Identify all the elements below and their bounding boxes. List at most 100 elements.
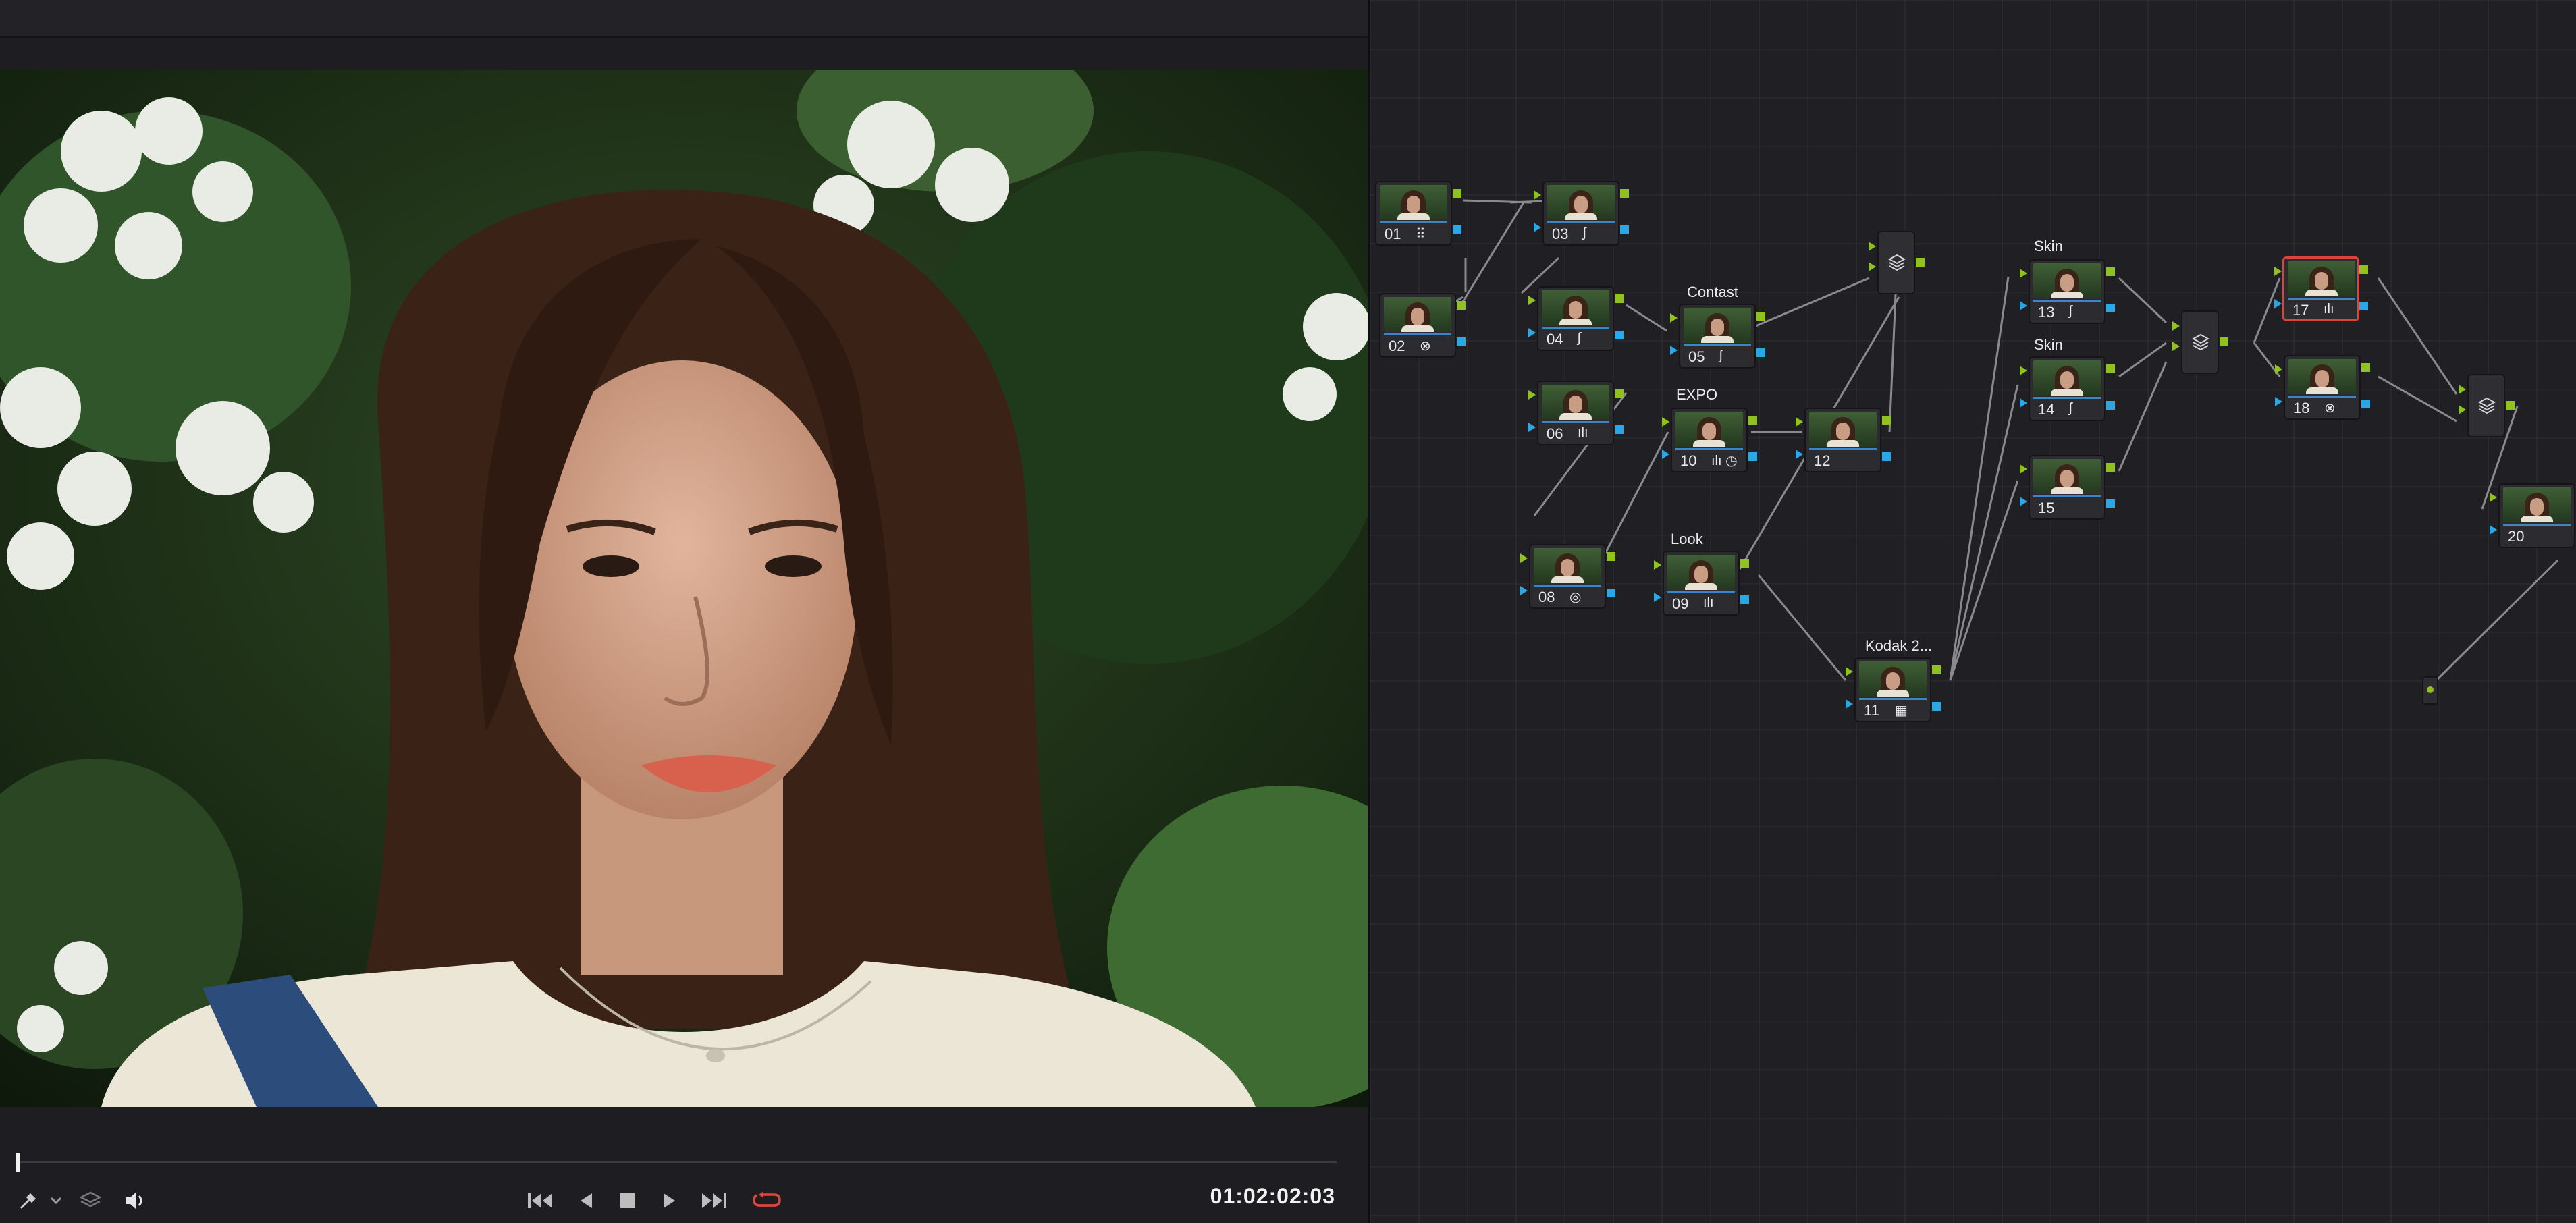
node-06[interactable]: 06 ılı (1528, 381, 1624, 445)
node-01[interactable]: 01 ⠿ (1375, 181, 1461, 246)
alpha-output-port[interactable] (1453, 225, 1461, 234)
rgb-input-port[interactable] (2020, 366, 2027, 375)
alpha-input-port[interactable] (1534, 223, 1541, 232)
rgb-output-port[interactable] (2361, 363, 2370, 372)
mixer-input-port[interactable] (2172, 342, 2180, 351)
rgb-input-port[interactable] (1796, 417, 1803, 427)
output-port[interactable] (2427, 686, 2434, 693)
node-08[interactable]: 08 ◎ (1520, 544, 1615, 609)
node-graph-panel[interactable]: 01 ⠿ 02 ⊗ 03 ʃ 04 ʃ Contast 05 ʃ 06 ılı … (1370, 0, 2576, 1223)
rgb-output-port[interactable] (1916, 258, 1925, 267)
alpha-input-port[interactable] (1520, 586, 1528, 595)
rgb-input-port[interactable] (2274, 267, 2282, 276)
alpha-input-port[interactable] (1654, 593, 1661, 602)
rgb-output-port[interactable] (1457, 301, 1466, 310)
rgb-output-port[interactable] (2359, 265, 2368, 274)
alpha-output-port[interactable] (2361, 400, 2370, 408)
node-13[interactable]: 13 ʃ (2020, 259, 2115, 324)
alpha-output-port[interactable] (2106, 499, 2115, 508)
mixer-input-port[interactable] (2459, 385, 2466, 394)
alpha-output-port[interactable] (1615, 331, 1624, 339)
mixer-input-port[interactable] (2459, 405, 2466, 414)
rgb-output-port[interactable] (1932, 665, 1941, 674)
rgb-output-port[interactable] (1607, 552, 1615, 561)
alpha-input-port[interactable] (2020, 398, 2027, 408)
rgb-output-port[interactable] (2106, 364, 2115, 373)
playhead[interactable] (16, 1153, 20, 1172)
node-10[interactable]: 10 ılı ◷ (1662, 408, 1757, 472)
rgb-output-port[interactable] (1882, 416, 1891, 425)
alpha-input-port[interactable] (1846, 699, 1853, 709)
alpha-input-port[interactable] (2020, 497, 2027, 506)
timeline-scrubber[interactable] (20, 1161, 1337, 1163)
rgb-input-port[interactable] (1846, 667, 1853, 676)
mixer-input-port[interactable] (1869, 242, 1876, 251)
alpha-output-port[interactable] (2359, 302, 2368, 310)
rgb-input-port[interactable] (2275, 364, 2282, 374)
node-03[interactable]: 03 ʃ (1534, 181, 1629, 246)
node-15[interactable]: 15 (2020, 455, 2115, 520)
node-09[interactable]: 09 ılı (1654, 551, 1749, 616)
graph-output-node[interactable] (2422, 676, 2438, 705)
rgb-output-port[interactable] (2106, 267, 2115, 276)
rgb-output-port[interactable] (1756, 312, 1765, 321)
alpha-output-port[interactable] (2106, 401, 2115, 410)
alpha-output-port[interactable] (2106, 304, 2115, 312)
layer-mixer-3[interactable] (2459, 374, 2515, 437)
alpha-input-port[interactable] (2274, 299, 2282, 308)
chevron-down-icon[interactable] (47, 1178, 65, 1223)
node-14[interactable]: 14 ʃ (2020, 356, 2115, 421)
alpha-output-port[interactable] (1607, 589, 1615, 597)
alpha-output-port[interactable] (1615, 425, 1624, 434)
rgb-output-port[interactable] (1740, 559, 1749, 568)
play-reverse-icon[interactable] (572, 1178, 599, 1223)
rgb-output-port[interactable] (1615, 389, 1624, 398)
node-05[interactable]: 05 ʃ (1670, 304, 1765, 369)
alpha-input-port[interactable] (2490, 525, 2497, 535)
layer-mixer-1[interactable] (1869, 231, 1925, 294)
skip-to-end-icon[interactable] (698, 1178, 730, 1223)
rgb-output-port[interactable] (2506, 401, 2515, 410)
node-18[interactable]: 18 ⊗ (2275, 355, 2370, 420)
alpha-output-port[interactable] (1748, 452, 1757, 461)
rgb-input-port[interactable] (2490, 493, 2497, 502)
loop-icon[interactable] (748, 1178, 786, 1223)
node-17[interactable]: 17 ılı (2274, 256, 2368, 321)
mixer-input-port[interactable] (1869, 262, 1876, 271)
alpha-input-port[interactable] (1528, 328, 1536, 337)
layer-mixer-2[interactable] (2172, 310, 2228, 374)
rgb-output-port[interactable] (2220, 337, 2228, 346)
rgb-input-port[interactable] (1670, 313, 1678, 323)
volume-icon[interactable] (120, 1178, 150, 1223)
node-02[interactable]: 02 ⊗ (1379, 293, 1466, 358)
node-04[interactable]: 04 ʃ (1528, 286, 1624, 351)
rgb-output-port[interactable] (1748, 416, 1757, 425)
rgb-input-port[interactable] (1528, 296, 1536, 305)
play-icon[interactable] (656, 1178, 683, 1223)
alpha-output-port[interactable] (1756, 348, 1765, 357)
alpha-output-port[interactable] (1457, 337, 1466, 346)
rgb-output-port[interactable] (1615, 294, 1624, 303)
rgb-input-port[interactable] (1534, 190, 1541, 200)
color-picker-icon[interactable] (15, 1178, 42, 1223)
rgb-input-port[interactable] (1528, 390, 1536, 400)
node-11[interactable]: 11 ▦ (1846, 657, 1941, 722)
alpha-input-port[interactable] (2020, 301, 2027, 310)
rgb-output-port[interactable] (1620, 189, 1629, 198)
rgb-output-port[interactable] (1453, 189, 1461, 198)
layers-icon[interactable] (76, 1178, 105, 1223)
mixer-input-port[interactable] (2172, 321, 2180, 331)
rgb-input-port[interactable] (2020, 464, 2027, 474)
rgb-input-port[interactable] (2020, 269, 2027, 278)
alpha-input-port[interactable] (1528, 423, 1536, 432)
alpha-output-port[interactable] (1620, 225, 1629, 234)
rgb-input-port[interactable] (1654, 560, 1661, 570)
alpha-output-port[interactable] (1882, 452, 1891, 461)
viewer-frame[interactable] (0, 70, 1368, 1107)
node-20[interactable]: 20 (2490, 483, 2575, 548)
alpha-input-port[interactable] (2275, 397, 2282, 406)
rgb-input-port[interactable] (1520, 553, 1528, 563)
rgb-output-port[interactable] (2106, 463, 2115, 472)
alpha-input-port[interactable] (1796, 450, 1803, 459)
alpha-input-port[interactable] (1662, 450, 1669, 459)
